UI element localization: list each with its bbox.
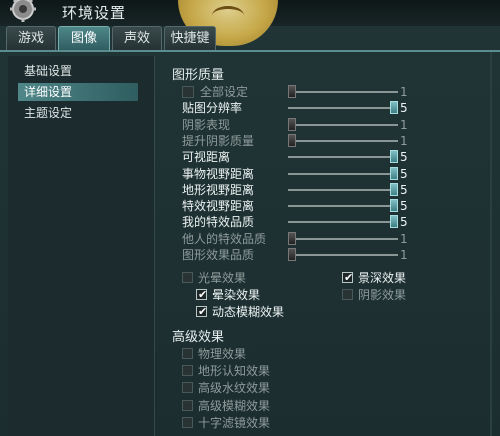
window-title: 环境设置: [62, 4, 127, 22]
quality-slider-value: 1: [400, 248, 408, 262]
gear-icon: [10, 0, 36, 22]
advanced-effect-label: 十字滤镜效果: [198, 415, 271, 430]
quality-slider-track[interactable]: [288, 237, 398, 240]
settings-nav: 基础设置 详细设置 主题设定: [8, 56, 155, 436]
effect-label: 光晕效果: [198, 271, 247, 285]
quality-slider-value: 5: [400, 215, 408, 230]
checkbox-box[interactable]: ✔: [196, 305, 208, 318]
tab-underline: [0, 50, 500, 52]
checkbox-box[interactable]: ✔: [342, 271, 354, 284]
effect-label: 动态模糊效果: [212, 305, 285, 319]
quality-row-label: 全部设定: [200, 85, 249, 99]
checkbox-box[interactable]: ✔: [196, 288, 208, 301]
quality-row-label: 阴影表现: [182, 117, 231, 132]
right-border: [490, 52, 492, 436]
quality-slider-knob[interactable]: [390, 199, 398, 213]
tab-sound[interactable]: 声效: [112, 26, 162, 50]
quality-slider-knob[interactable]: [390, 215, 398, 229]
nav-detailed-settings[interactable]: 详细设置: [18, 83, 138, 101]
quality-row: 事物视野距离 5: [170, 166, 410, 182]
quality-slider-track[interactable]: [288, 221, 398, 224]
quality-row-label: 我的特效品质: [182, 215, 255, 230]
quality-slider-knob[interactable]: [390, 182, 398, 196]
settings-window: 环境设置 游戏 图像 声效 快捷键 基础设置 详细设置 主题设定 图形质量 全部…: [0, 0, 500, 436]
quality-slider-track[interactable]: [288, 107, 398, 110]
quality-row-label: 可视距离: [182, 150, 231, 165]
quality-slider-track[interactable]: [288, 172, 398, 175]
quality-slider-knob[interactable]: [390, 166, 398, 180]
quality-row-label: 提升阴影质量: [182, 133, 255, 148]
checkbox-box[interactable]: [182, 416, 193, 428]
lantern-ornament: [212, 6, 244, 25]
quality-slider-value: 5: [400, 150, 408, 165]
advanced-effects-title: 高级效果: [172, 330, 225, 345]
advanced-effect-label: 高级模糊效果: [198, 398, 271, 413]
quality-slider-track[interactable]: [288, 188, 398, 191]
quality-slider-value: 1: [400, 231, 408, 246]
quality-row: 特效视野距离 5: [170, 198, 410, 214]
quality-slider-knob[interactable]: [288, 117, 296, 131]
quality-slider-track[interactable]: [288, 205, 398, 208]
all-settings-checkbox[interactable]: [182, 86, 194, 98]
checkbox-box[interactable]: [182, 272, 193, 283]
quality-slider-track[interactable]: [288, 91, 398, 93]
quality-slider-value: 5: [400, 166, 408, 181]
quality-slider-track[interactable]: [288, 156, 398, 159]
quality-slider-value: 1: [400, 85, 408, 99]
quality-row-label: 图形效果品质: [182, 248, 255, 262]
quality-slider-knob[interactable]: [390, 150, 398, 164]
quality-slider-value: 5: [400, 182, 408, 197]
quality-row: 提升阴影质量 1: [170, 133, 410, 149]
quality-row: 地形视野距离 5: [170, 182, 410, 198]
quality-slider-track[interactable]: [288, 123, 398, 126]
effect-label: 晕染效果: [212, 288, 261, 302]
effect-label: 阴影效果: [358, 288, 407, 302]
checkmark-icon: ✔: [198, 305, 208, 318]
quality-row: 他人的特效品质 1: [170, 231, 410, 247]
advanced-effect-label: 物理效果: [198, 347, 247, 361]
tab-graphics[interactable]: 图像: [58, 26, 110, 50]
tab-bar: 游戏 图像 声效 快捷键: [0, 26, 500, 52]
checkbox-box[interactable]: [182, 365, 193, 377]
quality-row-label: 他人的特效品质: [182, 231, 267, 246]
quality-slider-value: 1: [400, 117, 408, 132]
quality-row-label: 特效视野距离: [182, 199, 255, 214]
quality-row: 阴影表现 1: [170, 117, 410, 133]
quality-slider-value: 1: [400, 133, 408, 148]
quality-slider-knob[interactable]: [288, 231, 296, 245]
quality-row: 我的特效品质 5: [170, 214, 410, 230]
advanced-effect-label: 高级水纹效果: [198, 381, 271, 396]
quality-row-label: 贴图分辨率: [182, 101, 243, 116]
checkbox-box[interactable]: [342, 289, 353, 300]
quality-slider-knob[interactable]: [390, 101, 398, 115]
quality-row-label: 事物视野距离: [182, 166, 255, 181]
quality-row: 图形效果品质 1: [170, 247, 410, 263]
tab-game[interactable]: 游戏: [6, 26, 56, 50]
checkmark-icon: ✔: [198, 288, 208, 301]
nav-theme-settings[interactable]: 主题设定: [18, 104, 138, 122]
quality-slider-value: 5: [400, 101, 408, 116]
quality-row: 全部设定 1: [170, 84, 410, 100]
quality-slider-knob[interactable]: [288, 85, 296, 98]
checkmark-icon: ✔: [344, 271, 354, 284]
quality-slider-track[interactable]: [288, 139, 398, 142]
title-bar: 环境设置: [0, 0, 500, 46]
nav-basic-settings[interactable]: 基础设置: [18, 62, 138, 80]
graphics-quality-title: 图形质量: [172, 68, 225, 83]
advanced-effect-label: 地形认知效果: [198, 364, 271, 379]
tab-hotkeys[interactable]: 快捷键: [164, 26, 216, 50]
checkbox-box[interactable]: [182, 348, 193, 359]
quality-slider-knob[interactable]: [288, 248, 296, 261]
checkbox-box[interactable]: [182, 399, 193, 411]
effect-label: 景深效果: [358, 271, 407, 285]
quality-row: 贴图分辨率 5: [170, 100, 410, 116]
quality-slider-value: 5: [400, 199, 408, 214]
quality-row: 可视距离 5: [170, 149, 410, 165]
quality-slider-track[interactable]: [288, 254, 398, 256]
quality-slider-knob[interactable]: [288, 133, 296, 147]
quality-row-label: 地形视野距离: [182, 182, 255, 197]
checkbox-box[interactable]: [182, 382, 193, 394]
